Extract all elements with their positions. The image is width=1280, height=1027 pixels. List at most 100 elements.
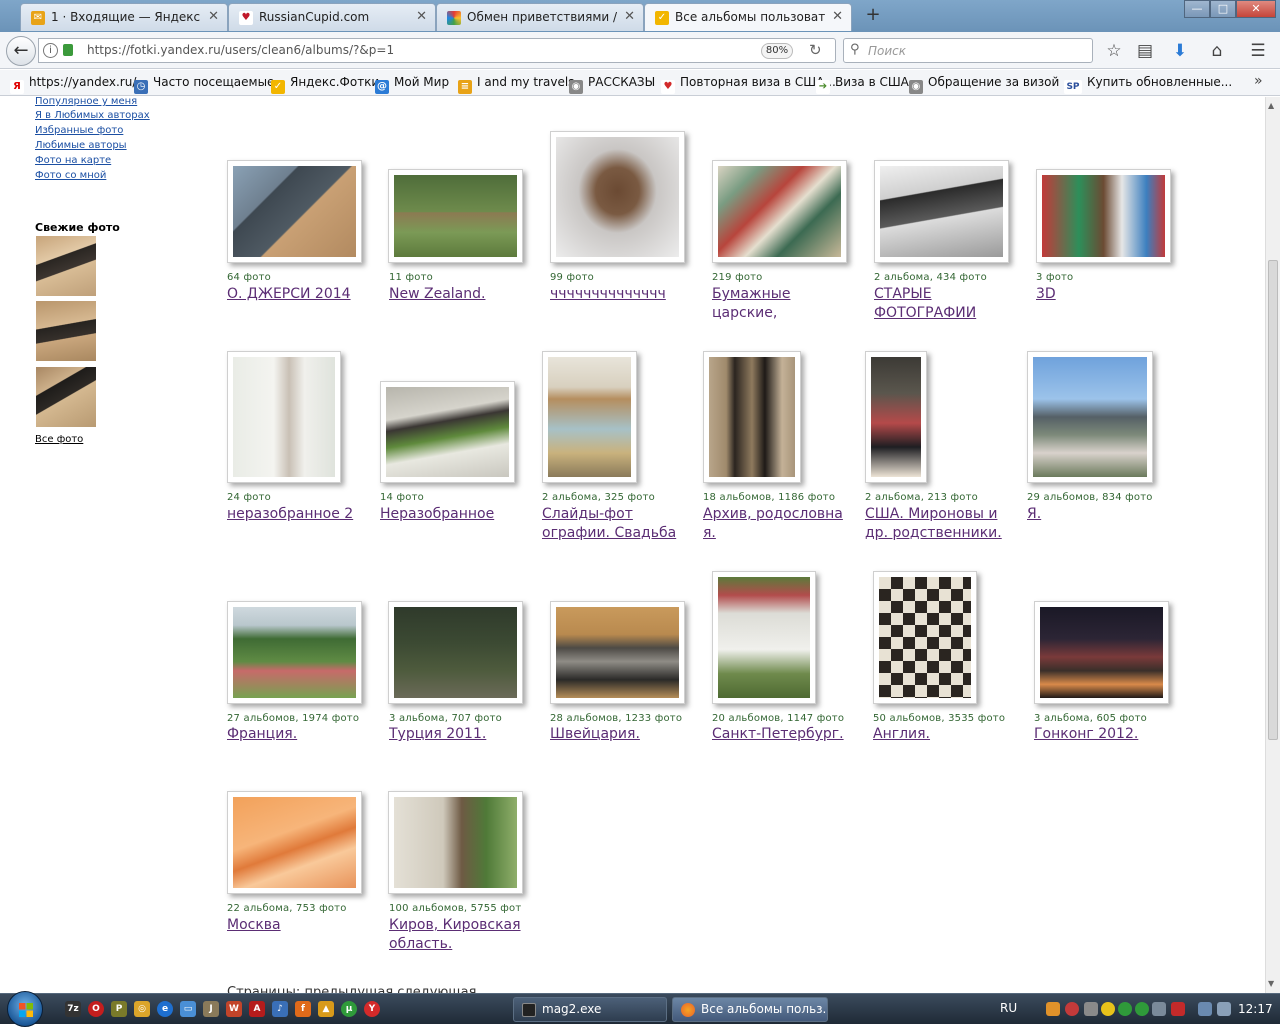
camera-icon[interactable]: ◎ [134,1001,150,1017]
reload-icon[interactable]: ↻ [809,41,822,59]
media-icon[interactable]: ♪ [272,1001,288,1017]
menu-icon[interactable]: ☰ [1246,39,1270,63]
tab-greetings[interactable]: Обмен приветствиями / К... ✕ [436,3,644,31]
album-title-line[interactable]: ографии. Свадьба [542,525,676,541]
bookmark-moy-mir[interactable]: @ Мой Мир [375,75,449,94]
album-title-line[interactable]: Бумажные [712,286,790,302]
yandex-browser-icon[interactable]: Y [364,1001,380,1017]
album-title[interactable]: чччччччччччччч [550,285,700,304]
bookmark-visa-request[interactable]: ◉ Обращение за визой ... [909,75,1075,94]
bookmark-usa-visa[interactable]: ➔ Виза в США [816,75,909,94]
chevron-more-icon[interactable]: » [1254,73,1263,89]
acrobat-icon[interactable]: A [249,1001,265,1017]
bookmark-buy-updated[interactable]: SP Купить обновленные... [1064,75,1232,94]
scroll-down-icon[interactable]: ▼ [1268,979,1274,988]
bookmark-stories[interactable]: ◉ РАССКАЗЫ [569,75,655,94]
album-title[interactable]: Киров, Кировская область. [389,916,539,954]
album-cover[interactable] [388,791,523,894]
album-title[interactable]: О. ДЖЕРСИ 2014 [227,285,377,304]
close-icon[interactable]: ✕ [624,9,635,24]
album-title-line[interactable]: др. родственники. [865,525,1002,541]
all-photos-link[interactable]: Все фото [35,434,83,445]
bookmark-repeat-visa[interactable]: ♥ Повторная виза в США... [661,75,836,94]
download-icon[interactable]: ⬇ [1168,39,1192,63]
album-title[interactable]: Я. [1027,505,1177,524]
album-cover[interactable] [388,601,523,704]
tray-notification-icon[interactable] [1101,1002,1115,1016]
album-title[interactable]: Санкт-Петербург. [712,725,862,744]
firefox-icon[interactable]: f [295,1001,311,1017]
album-cover[interactable] [1027,351,1153,483]
album-title[interactable]: Гонконг 2012. [1034,725,1184,744]
album-cover[interactable] [703,351,801,483]
close-window-button[interactable]: ✕ [1236,0,1276,18]
album-title-line[interactable]: область. [389,936,452,952]
album-cover[interactable] [227,601,362,704]
tray-update-icon[interactable] [1135,1002,1149,1016]
jpg-viewer-icon[interactable]: J [203,1001,219,1017]
sidebar-link-favorite-authors[interactable]: Любимые авторы [35,140,127,151]
album-cover[interactable] [1036,169,1171,263]
album-cover[interactable] [1034,601,1169,704]
tab-russiancupid[interactable]: ♥ RussianCupid.com ✕ [228,3,436,31]
url-text[interactable]: https://fotki.yandex.ru/users/clean6/alb… [87,43,394,57]
album-title[interactable]: Бумажные царские, [712,285,862,323]
new-tab-button[interactable]: + [862,5,884,27]
sidebar-link-photos-with-me[interactable]: Фото со мной [35,170,106,181]
album-title-line[interactable]: СТАРЫЕ [874,286,932,302]
album-title[interactable]: Неразобранное [380,505,530,524]
album-title-line[interactable]: Архив, родословна [703,506,843,522]
fresh-photo-thumb[interactable] [36,301,96,361]
album-title[interactable]: СТАРЫЕ ФОТОГРАФИИ [874,285,1024,323]
scroll-up-icon[interactable]: ▲ [1268,101,1274,110]
album-cover[interactable] [227,791,362,894]
fresh-photo-thumb[interactable] [36,236,96,296]
home-icon[interactable]: ⌂ [1205,39,1229,63]
album-cover[interactable] [865,351,927,483]
album-title-line[interactable]: Слайды-фот [542,506,633,522]
start-button[interactable] [7,991,43,1027]
album-cover[interactable] [227,351,341,483]
album-cover[interactable] [874,160,1009,263]
bookmark-star-icon[interactable]: ☆ [1102,39,1126,63]
album-cover[interactable] [873,571,977,704]
bookmark-yandex-fotki[interactable]: ✓ Яндекс.Фотки [271,75,379,94]
album-title-line[interactable]: США. Мироновы и [865,506,997,522]
torrent-icon[interactable]: µ [341,1001,357,1017]
address-bar[interactable]: i https://fotki.yandex.ru/users/clean6/a… [38,38,836,63]
album-title[interactable]: Архив, родословна я. [703,505,853,543]
album-title-line[interactable]: ФОТОГРАФИИ [874,305,976,321]
tab-albums[interactable]: ✓ Все альбомы пользовате... ✕ [644,3,852,31]
album-title[interactable]: Швейцария. [550,725,700,744]
pdf-tool-icon[interactable]: P [111,1001,127,1017]
bookmark-most-visited[interactable]: ◷ Часто посещаемые [134,75,274,94]
minimize-button[interactable]: — [1184,0,1210,18]
taskbar-item-mag2[interactable]: mag2.exe [513,997,667,1022]
album-cover[interactable] [388,169,523,263]
tab-mail[interactable]: ✉ 1 · Входящие — Яндекс.П... ✕ [20,3,228,31]
maximize-button[interactable]: □ [1210,0,1236,18]
info-icon[interactable]: i [43,43,58,58]
fresh-photo-thumb[interactable] [36,367,96,427]
taskbar-item-browser[interactable]: Все альбомы польз... [672,997,828,1022]
album-title-line[interactable]: Киров, Кировская [389,917,521,933]
bookmark-travels[interactable]: ≡ I and my travels [458,75,574,94]
tray-app-icon[interactable] [1046,1002,1060,1016]
close-icon[interactable]: ✕ [416,9,427,24]
tray-antivirus-icon[interactable] [1065,1002,1079,1016]
network-icon[interactable] [1198,1002,1212,1016]
office-icon[interactable]: W [226,1001,242,1017]
album-title[interactable]: New Zealand. [389,285,539,304]
album-cover[interactable] [550,601,685,704]
back-button[interactable]: ← [6,36,36,66]
vlc-icon[interactable]: ▲ [318,1001,334,1017]
speaker-icon[interactable] [1152,1002,1166,1016]
album-cover[interactable] [380,381,515,483]
vertical-scrollbar[interactable]: ▲ ▼ [1265,97,1280,993]
tray-device-icon[interactable] [1084,1002,1098,1016]
zoom-indicator[interactable]: 80% [761,43,793,59]
album-title-line[interactable]: я. [703,525,716,541]
album-title[interactable]: Москва [227,916,377,935]
close-icon[interactable]: ✕ [832,9,843,24]
album-cover[interactable] [712,160,847,263]
